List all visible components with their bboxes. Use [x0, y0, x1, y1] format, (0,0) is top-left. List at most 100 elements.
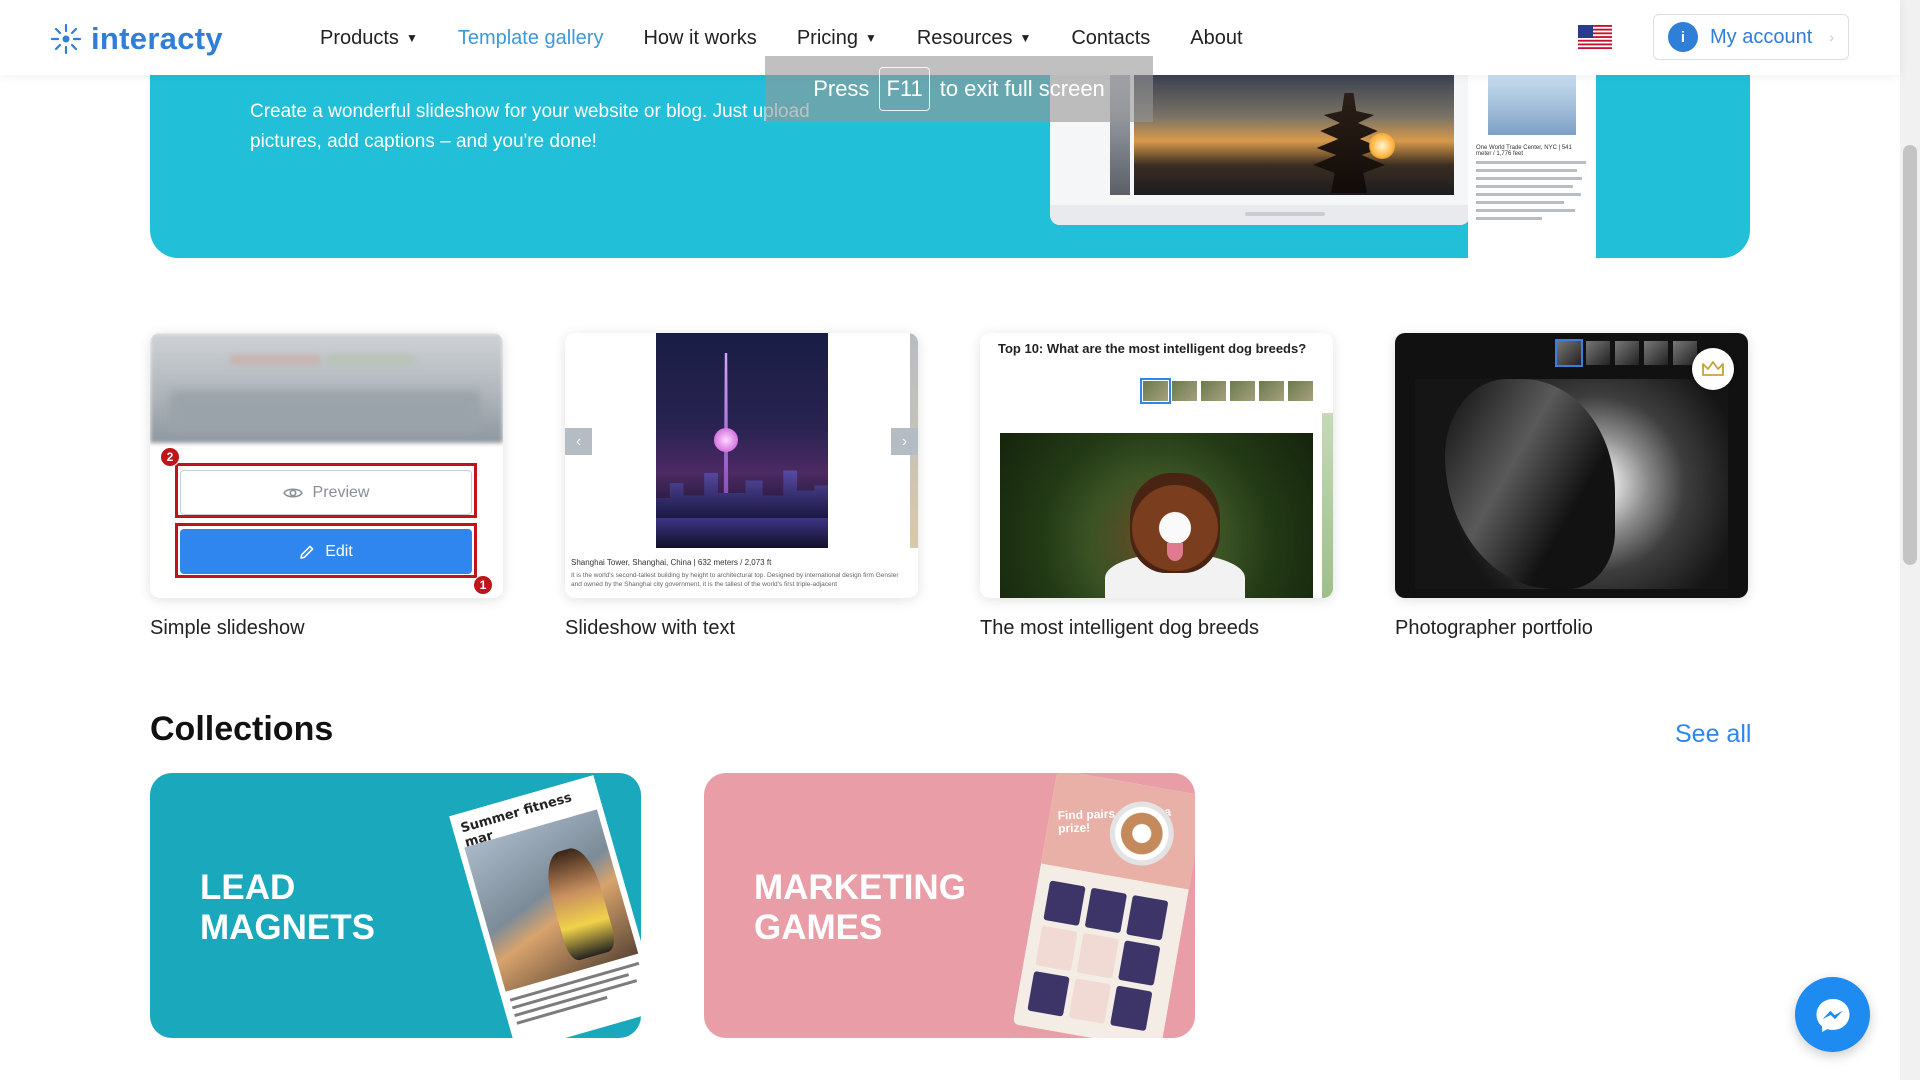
my-account-button[interactable]: i My account › — [1653, 14, 1849, 60]
water-reflection — [656, 518, 828, 548]
phone-caption: One World Trade Center, NYC | 541 meter … — [1476, 145, 1572, 157]
thumbnail[interactable] — [1140, 378, 1171, 404]
hair-shape — [1445, 379, 1615, 589]
memory-card — [1118, 940, 1161, 986]
memory-card — [1043, 880, 1086, 926]
collections-title: Collections — [150, 710, 334, 748]
tower-sphere — [714, 428, 738, 452]
chevron-right-icon: › — [1829, 29, 1834, 45]
caret-down-icon: ▼ — [1019, 31, 1032, 45]
next-slide-peek — [1322, 413, 1333, 598]
prev-arrow-button[interactable]: ‹ — [565, 428, 592, 455]
shanghai-image — [656, 333, 828, 548]
skyscraper-image — [1488, 71, 1576, 135]
nav-resources[interactable]: Resources ▼ — [917, 27, 1032, 50]
memory-card — [1068, 978, 1112, 1024]
portrait-image — [1415, 379, 1728, 589]
memory-card-grid — [1027, 880, 1169, 1032]
crown-icon — [1692, 348, 1734, 390]
logo-icon — [50, 23, 82, 55]
blurred-shape — [170, 391, 480, 431]
my-account-label: My account — [1710, 25, 1813, 48]
main-nav: Products ▼ Template gallery How it works … — [320, 22, 1243, 54]
nav-contacts[interactable]: Contacts — [1071, 27, 1150, 50]
memory-card — [1126, 894, 1169, 941]
dog-image — [1000, 433, 1313, 598]
slide-caption: Shanghai Tower, Shanghai, China | 632 me… — [571, 558, 772, 567]
slide-description: It is the world's second-tallest buildin… — [571, 572, 899, 588]
skyline-shape — [656, 470, 828, 518]
see-all-link[interactable]: See all — [1675, 720, 1751, 749]
blurred-shape — [325, 355, 415, 365]
nav-how-it-works[interactable]: How it works — [643, 27, 756, 50]
template-caption-photographer-portfolio[interactable]: Photographer portfolio — [1395, 617, 1593, 640]
template-caption-simple-slideshow[interactable]: Simple slideshow — [150, 617, 305, 640]
messenger-icon — [1816, 998, 1849, 1032]
game-header: Find pairs and get a prize! — [1041, 773, 1195, 890]
phone-mockup: One World Trade Center, NYC | 541 meter … — [1468, 65, 1596, 258]
laptop-screen-image — [1134, 75, 1454, 195]
chevron-left-icon: ‹ — [575, 432, 582, 450]
nav-products[interactable]: Products ▼ — [320, 27, 418, 50]
eye-icon — [282, 487, 303, 498]
thumbnail[interactable] — [1230, 381, 1255, 401]
person-shape — [539, 843, 619, 963]
collection-lead-magnets[interactable]: LEAD MAGNETS Summer fitness mar — [150, 773, 641, 1038]
thumbnail[interactable] — [1615, 341, 1639, 365]
dog-quiz-title: Top 10: What are the most intelligent do… — [998, 341, 1307, 356]
hero-text: Create a wonderful slideshow for your we… — [250, 101, 810, 152]
template-caption-slideshow-with-text[interactable]: Slideshow with text — [565, 617, 735, 640]
f11-key: F11 — [879, 67, 930, 111]
edit-button[interactable]: Edit — [180, 529, 472, 574]
thumbnail[interactable] — [1259, 381, 1284, 401]
caret-down-icon: ▼ — [864, 31, 877, 45]
thumbnail-strip — [1140, 378, 1313, 404]
nav-pricing[interactable]: Pricing ▼ — [797, 27, 877, 50]
logo[interactable]: interacty — [49, 20, 223, 58]
dog-tongue-shape — [1167, 543, 1183, 561]
phone-text-lines: One World Trade Center, NYC | 541 meter … — [1476, 145, 1586, 225]
thumbnail[interactable] — [1586, 341, 1610, 365]
collection-label: MARKETING GAMES — [754, 868, 966, 947]
thumbnail[interactable] — [1644, 341, 1668, 365]
thumbnail[interactable] — [1555, 339, 1583, 367]
laptop-notch — [1245, 212, 1325, 216]
collection-label: LEAD MAGNETS — [200, 868, 375, 947]
next-arrow-button[interactable]: › — [891, 428, 918, 455]
caret-down-icon: ▼ — [405, 31, 418, 45]
thumbnail[interactable] — [1201, 381, 1226, 401]
nav-template-gallery[interactable]: Template gallery — [458, 27, 604, 50]
us-flag-icon[interactable] — [1578, 25, 1612, 49]
scrollbar-thumb[interactable] — [1903, 145, 1917, 565]
template-card-dog-breeds[interactable]: Top 10: What are the most intelligent do… — [980, 333, 1333, 598]
pencil-icon — [300, 545, 314, 559]
sun-image — [1369, 133, 1395, 159]
logo-text: interacty — [91, 21, 223, 56]
preview-label: Preview — [312, 483, 370, 501]
avatar: i — [1668, 22, 1698, 52]
template-caption-dog-breeds[interactable]: The most intelligent dog breeds — [980, 617, 1259, 640]
thumbnail-strip — [1555, 339, 1697, 367]
fitness-magazine-image: Summer fitness mar — [449, 775, 641, 1038]
memory-card — [1076, 932, 1120, 979]
memory-card — [1035, 925, 1078, 972]
messenger-chat-button[interactable] — [1795, 977, 1870, 1052]
nav-about[interactable]: About — [1190, 27, 1242, 50]
template-card-simple-slideshow[interactable]: Preview Edit — [150, 333, 503, 598]
thumbnail[interactable] — [1172, 381, 1197, 401]
chevron-right-icon: › — [901, 432, 908, 450]
collection-marketing-games[interactable]: MARKETING GAMES Find pairs and get a pri… — [704, 773, 1195, 1038]
memory-card — [1027, 970, 1070, 1017]
blurred-shape — [230, 355, 320, 365]
fullscreen-toast: Press F11 to exit full screen — [765, 56, 1153, 122]
thumbnail[interactable] — [1288, 381, 1313, 401]
edit-label: Edit — [325, 542, 353, 560]
highlight-badge-1: 1 — [473, 575, 493, 595]
highlight-badge-2: 2 — [160, 447, 180, 467]
memory-card — [1110, 985, 1153, 1032]
preview-button[interactable]: Preview — [180, 470, 472, 515]
coffee-game-image: Find pairs and get a prize! — [1012, 773, 1195, 1038]
template-card-slideshow-with-text[interactable]: ‹ › Shanghai Tower, Shanghai, China | 63… — [565, 333, 918, 598]
memory-card — [1084, 887, 1128, 934]
template-card-photographer-portfolio[interactable] — [1395, 333, 1748, 598]
